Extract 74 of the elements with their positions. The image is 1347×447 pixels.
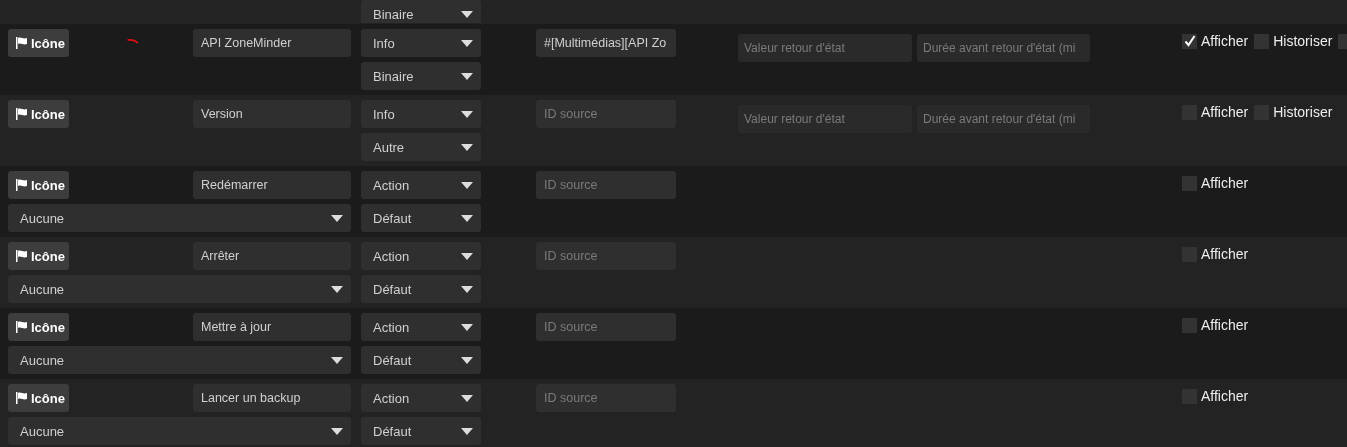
name-field[interactable]: Mettre à jour xyxy=(193,313,351,341)
icon-button[interactable]: Icône xyxy=(8,29,69,57)
icon-button[interactable]: Icône xyxy=(8,384,69,412)
subtype-select[interactable]: Défaut xyxy=(361,346,481,374)
caret-icon xyxy=(331,285,343,293)
source-field[interactable]: ID source xyxy=(536,384,676,412)
checkbox-label: Afficher xyxy=(1201,175,1249,191)
icon-button[interactable]: Icône xyxy=(8,242,69,270)
type-select[interactable]: Info xyxy=(361,100,481,128)
flag-icon xyxy=(15,179,28,191)
flag-icon xyxy=(15,37,28,49)
flag-icon xyxy=(15,108,28,120)
checkbox[interactable] xyxy=(1182,317,1197,333)
flag-icon xyxy=(15,392,28,404)
subtype-select[interactable]: Binaire xyxy=(361,0,481,23)
subtype-select[interactable]: Défaut xyxy=(361,275,481,303)
state-field[interactable]: Valeur retour d'état xyxy=(738,105,912,133)
caret-icon xyxy=(461,10,473,18)
caret-icon xyxy=(461,39,473,47)
caret-icon xyxy=(331,427,343,435)
source-field[interactable]: ID source xyxy=(536,313,676,341)
flag-icon xyxy=(15,321,28,333)
name-field[interactable]: Redémarrer xyxy=(193,171,351,199)
checkbox-label: Historiser xyxy=(1273,33,1333,49)
checkbox-label: Afficher xyxy=(1201,246,1249,262)
caret-icon xyxy=(461,214,473,222)
caret-icon xyxy=(461,110,473,118)
caret-icon xyxy=(331,214,343,222)
type-select[interactable]: Action xyxy=(361,242,481,270)
caret-icon xyxy=(461,143,473,151)
generic-type-select[interactable]: Aucune xyxy=(8,417,351,445)
source-field[interactable]: ID source xyxy=(536,100,676,128)
type-select[interactable]: Action xyxy=(361,313,481,341)
checkbox-label: Afficher xyxy=(1201,317,1249,333)
caret-icon xyxy=(461,72,473,80)
subtype-select[interactable]: Autre xyxy=(361,133,481,161)
caret-icon xyxy=(461,285,473,293)
state-field[interactable]: Valeur retour d'état xyxy=(738,34,912,62)
name-field[interactable]: Lancer un backup xyxy=(193,384,351,412)
checkbox[interactable] xyxy=(1182,33,1197,49)
checkbox-label: Afficher xyxy=(1201,388,1249,404)
icon-button[interactable]: Icône xyxy=(8,100,69,128)
generic-type-select[interactable]: Aucune xyxy=(8,346,351,374)
icon-button[interactable]: Icône xyxy=(8,313,69,341)
generic-type-select[interactable]: Aucune xyxy=(8,204,351,232)
caret-icon xyxy=(331,356,343,364)
generic-type-select[interactable]: Aucune xyxy=(8,275,351,303)
flag-icon xyxy=(15,250,28,262)
state-field[interactable]: Durée avant retour d'état (mi xyxy=(917,105,1090,133)
caret-icon xyxy=(461,252,473,260)
type-select[interactable]: Info xyxy=(361,29,481,57)
name-field[interactable]: Arrêter xyxy=(193,242,351,270)
type-select[interactable]: Action xyxy=(361,384,481,412)
checkbox-label: Afficher xyxy=(1201,104,1249,120)
caret-icon xyxy=(461,181,473,189)
subtype-select[interactable]: Défaut xyxy=(361,417,481,445)
source-field[interactable]: ID source xyxy=(536,242,676,270)
source-field[interactable]: ID source xyxy=(536,171,676,199)
name-field[interactable]: Version xyxy=(193,100,351,128)
checkbox-label: Afficher xyxy=(1201,33,1249,49)
caret-icon xyxy=(461,427,473,435)
subtype-select[interactable]: Défaut xyxy=(361,204,481,232)
caret-icon xyxy=(461,394,473,402)
subtype-select[interactable]: Binaire xyxy=(361,62,481,90)
type-select[interactable]: Action xyxy=(361,171,481,199)
caret-icon xyxy=(461,356,473,364)
checkbox-label: Historiser xyxy=(1273,104,1333,120)
name-field[interactable]: API ZoneMinder xyxy=(193,29,351,57)
source-field[interactable]: #[Multimédias][API Zo xyxy=(536,29,676,57)
checkbox[interactable] xyxy=(1254,33,1270,49)
icon-button[interactable]: Icône xyxy=(8,171,69,199)
checkbox[interactable] xyxy=(1182,175,1197,191)
caret-icon xyxy=(461,323,473,331)
state-field[interactable]: Durée avant retour d'état (mi xyxy=(917,34,1090,62)
